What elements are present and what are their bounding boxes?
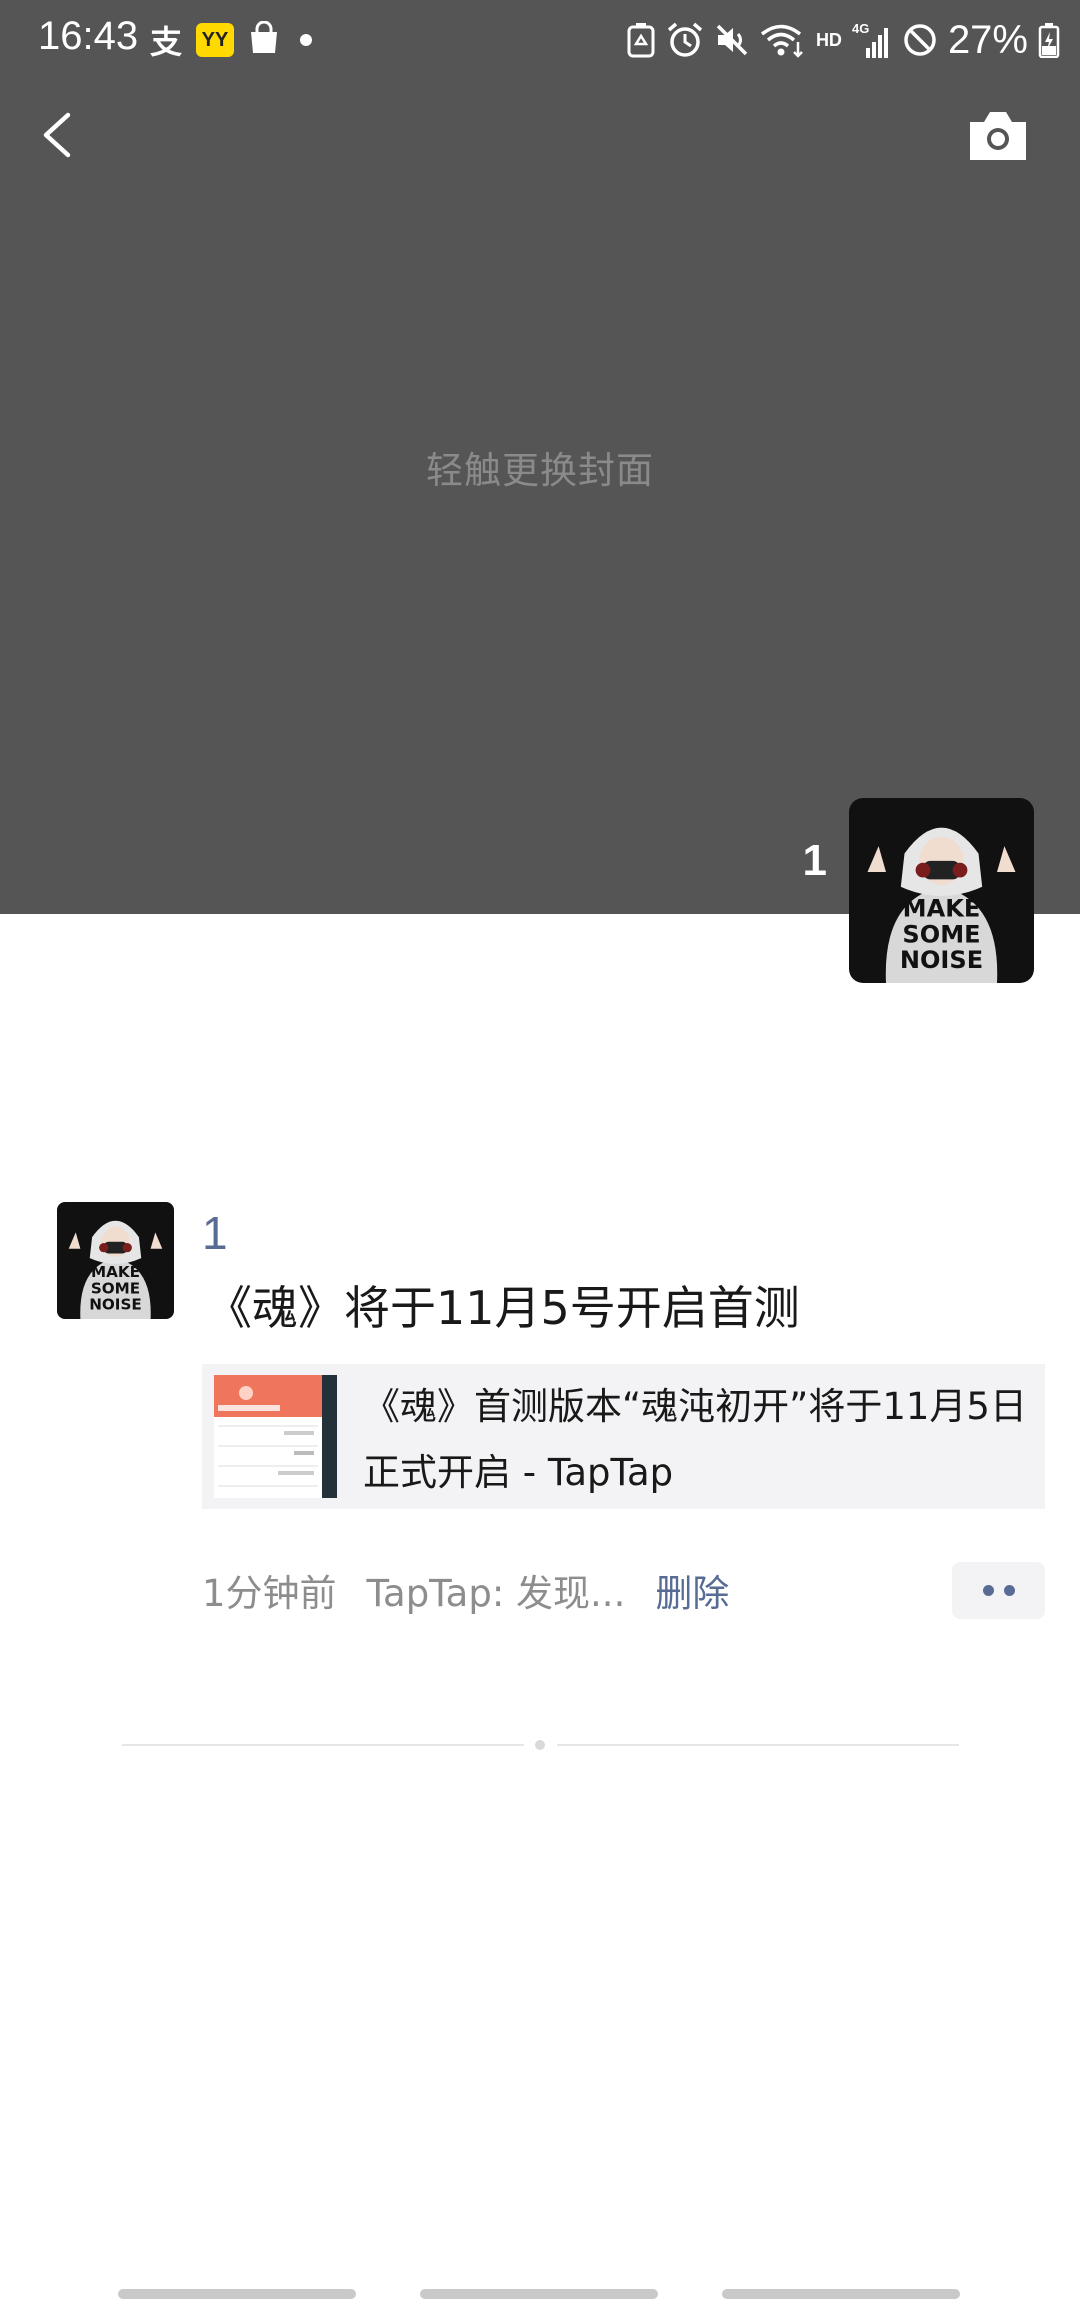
mute-icon — [714, 22, 750, 58]
article-thumbnail-icon — [214, 1375, 337, 1498]
divider-dot — [535, 1740, 545, 1750]
avatar-caption-line: NOISE — [900, 946, 983, 974]
post-source[interactable]: TapTap: 发现... — [367, 1563, 626, 1617]
dot-icon — [1003, 1585, 1015, 1596]
avatar-image: MAKE SOME NOISE — [849, 798, 1034, 983]
recycle-icon — [626, 22, 656, 58]
hd-voice-icon: HD — [815, 29, 842, 50]
back-button[interactable] — [30, 105, 90, 165]
post-text: 《魂》将于11月5号开启首测 — [206, 1281, 800, 1335]
notification-icons: 支 YY — [150, 18, 313, 62]
yy-app-icon: YY — [196, 23, 235, 57]
delete-button[interactable]: 删除 — [655, 1563, 729, 1617]
signal-4g-icon: 4G — [852, 20, 892, 60]
shopping-bag-icon — [248, 20, 280, 59]
post-author-avatar[interactable]: MAKE SOME NOISE — [57, 1202, 174, 1319]
link-thumbnail — [214, 1375, 337, 1498]
moments-page: 轻触更换封面 16:43 支 YY HD 4G 27% 1 MAKE SOME … — [0, 0, 1080, 2316]
more-actions-button[interactable] — [952, 1562, 1045, 1619]
link-title: 《魂》首测版本“魂沌初开”将于11月5日正式开启 - TapTap — [363, 1385, 1027, 1494]
cover-hint[interactable]: 轻触更换封面 — [0, 440, 1080, 494]
end-of-feed-divider — [122, 1738, 959, 1752]
owner-nickname[interactable]: 1 — [803, 836, 827, 886]
dot-icon — [982, 1585, 994, 1596]
avatar-caption-line: SOME — [902, 920, 980, 948]
avatar-caption-line: MAKE — [91, 1263, 140, 1281]
avatar-caption-line: SOME — [91, 1279, 140, 1297]
gesture-bar-center[interactable] — [420, 2289, 658, 2299]
more-notifications-dot-icon — [300, 34, 313, 46]
avatar-caption-line: MAKE — [903, 894, 981, 922]
chevron-left-icon — [43, 112, 71, 158]
alarm-icon — [666, 21, 704, 59]
battery-percent: 27% — [947, 17, 1028, 62]
status-bar: 16:43 支 YY HD 4G 27% — [0, 0, 1080, 80]
post-time: 1分钟前 — [202, 1572, 337, 1615]
owner-avatar[interactable]: MAKE SOME NOISE — [849, 798, 1034, 983]
status-time: 16:43 — [38, 14, 139, 58]
camera-button[interactable] — [966, 108, 1030, 164]
camera-icon — [970, 112, 1026, 160]
gesture-bar-right[interactable] — [722, 2289, 960, 2299]
avatar-caption-line: NOISE — [89, 1296, 142, 1314]
cover-area[interactable]: 轻触更换封面 — [0, 0, 1080, 914]
avatar-image: MAKE SOME NOISE — [57, 1202, 174, 1319]
divider-line — [557, 1744, 959, 1746]
divider-line — [122, 1744, 524, 1746]
post-meta: 1分钟前 TapTap: 发现... 删除 — [202, 1562, 729, 1618]
post-author-name[interactable]: 1 — [202, 1206, 228, 1260]
wifi-icon — [760, 22, 806, 58]
gesture-bar-left[interactable] — [118, 2289, 356, 2299]
alipay-icon: 支 — [150, 23, 183, 61]
svg-text:4G: 4G — [852, 21, 869, 36]
do-not-disturb-icon — [902, 22, 938, 58]
shared-link-card[interactable]: 《魂》首测版本“魂沌初开”将于11月5日正式开启 - TapTap — [202, 1364, 1045, 1509]
system-status-icons: HD 4G 27% — [626, 14, 1060, 66]
battery-charging-icon — [1038, 22, 1060, 58]
